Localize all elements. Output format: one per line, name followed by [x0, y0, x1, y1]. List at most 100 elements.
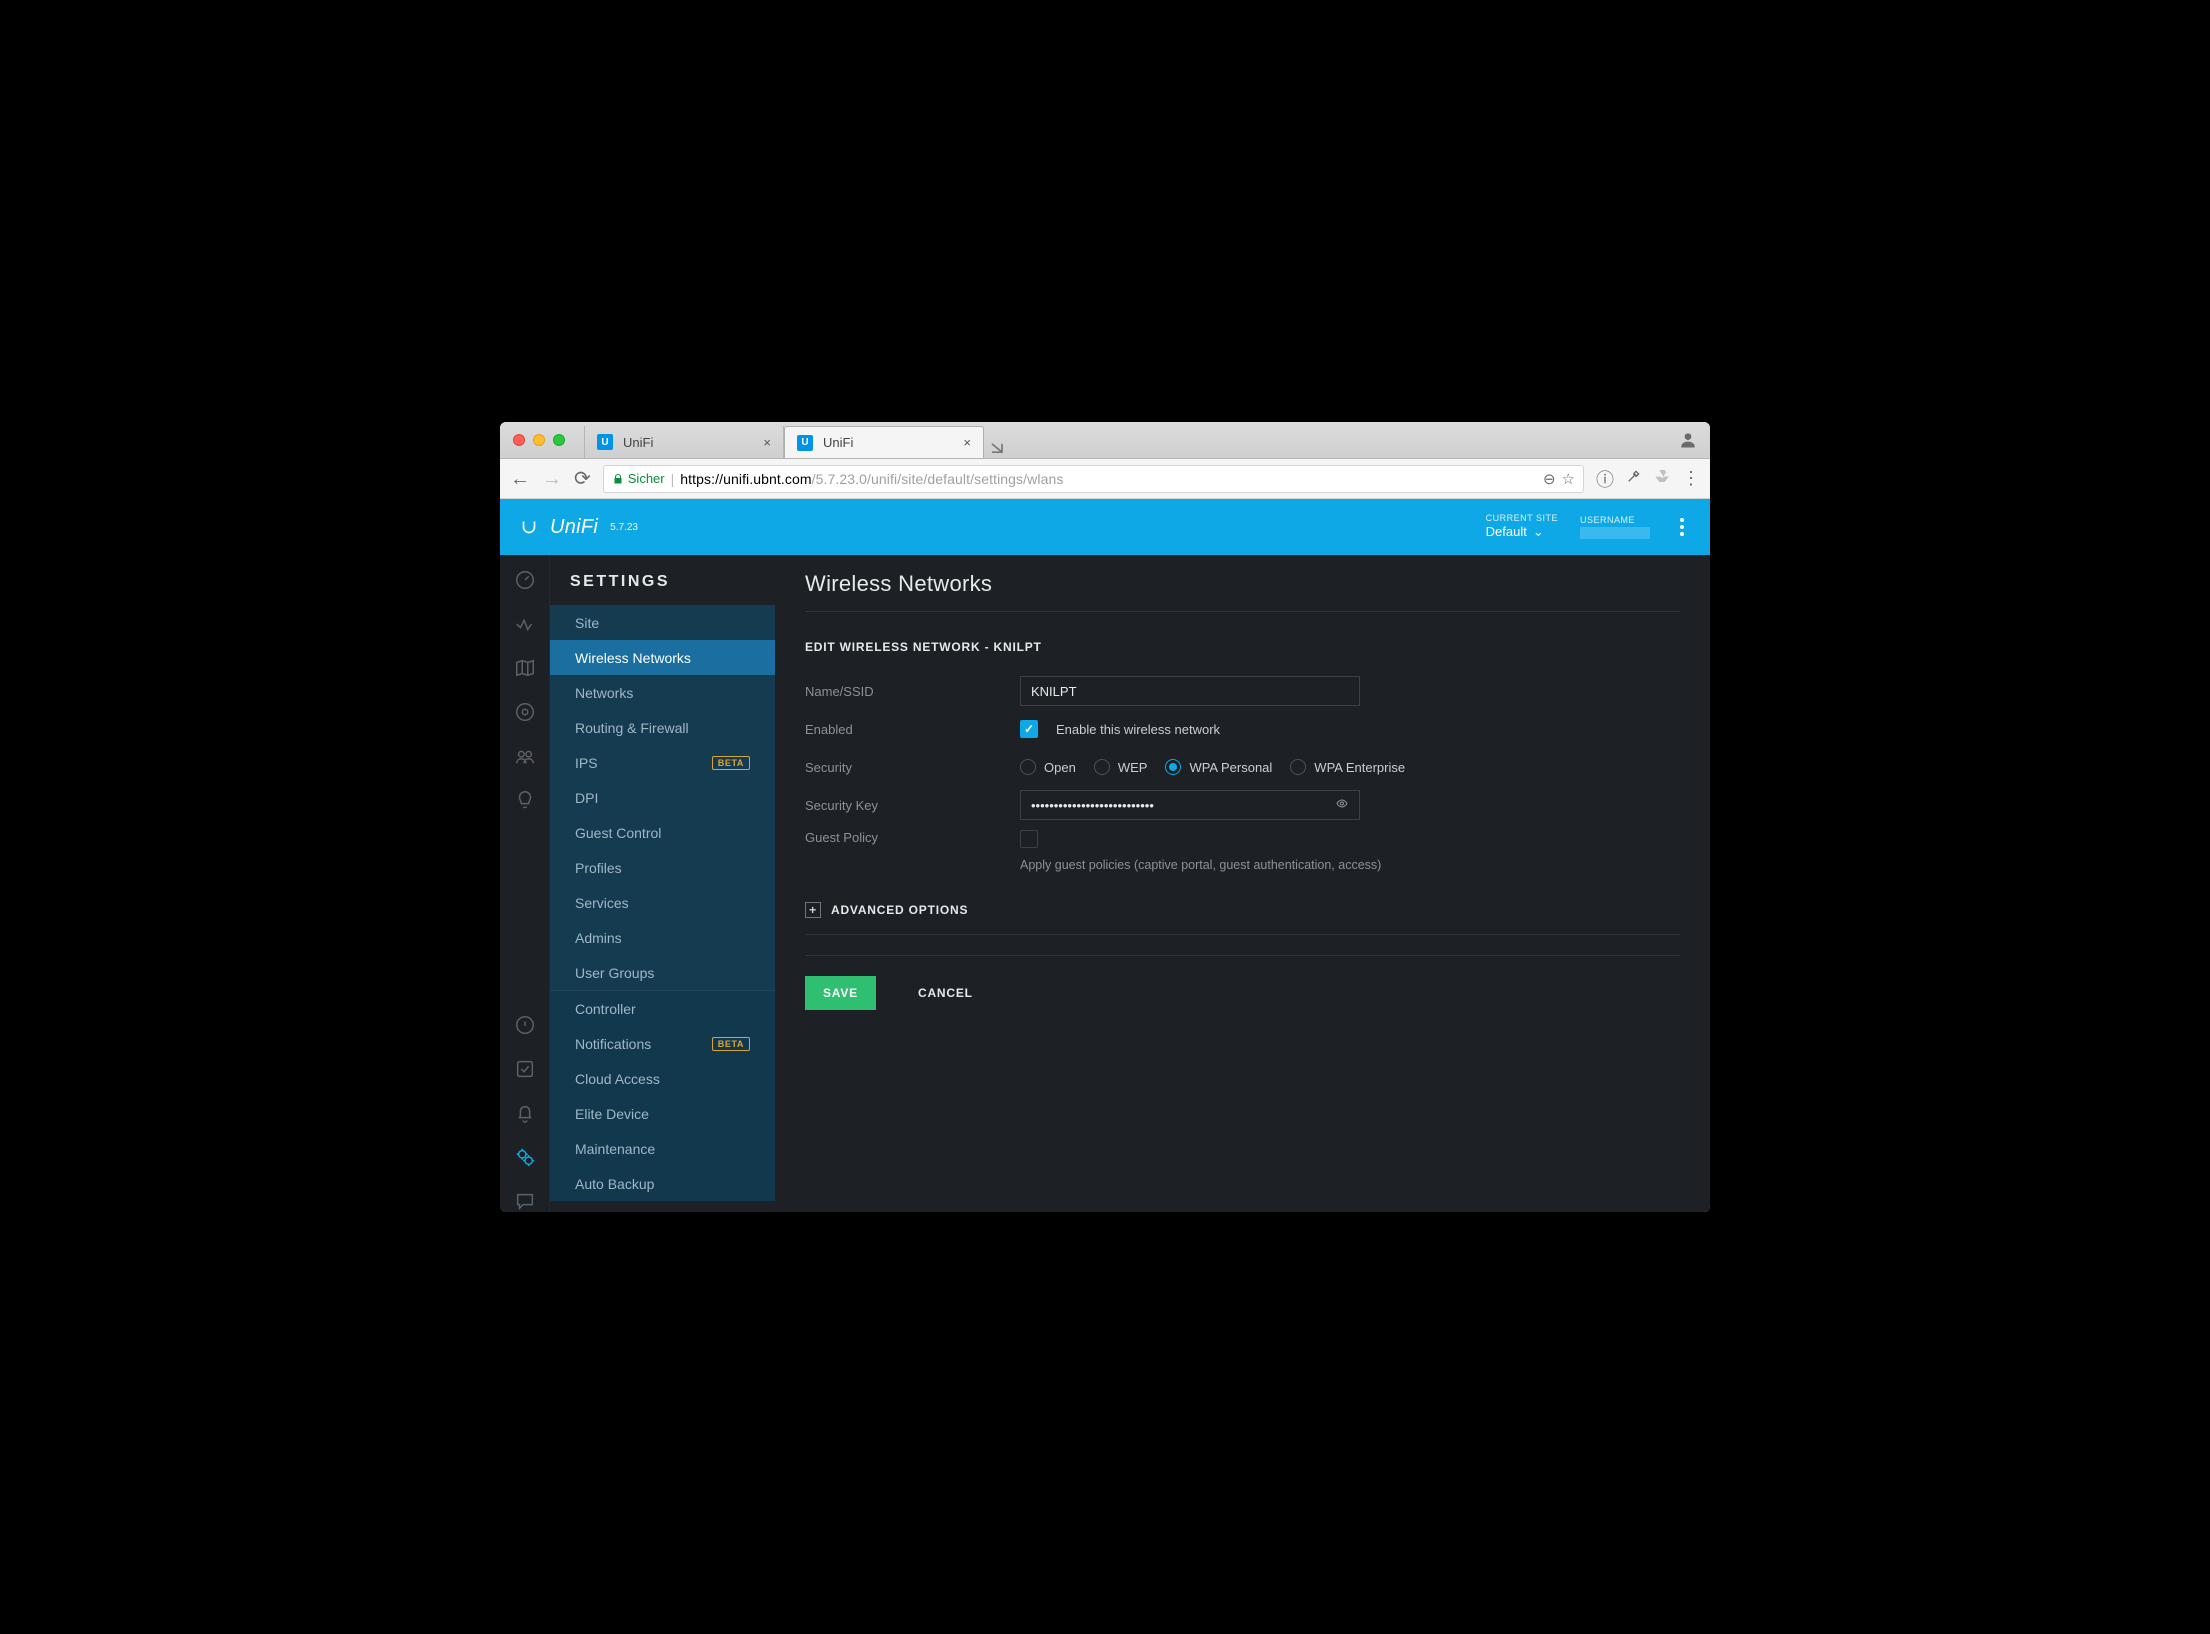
- browser-tab[interactable]: U UniFi ×: [784, 426, 984, 458]
- security-option[interactable]: WEP: [1094, 759, 1148, 775]
- security-option[interactable]: Open: [1020, 759, 1076, 775]
- minimize-window-icon[interactable]: [533, 434, 545, 446]
- version-label: 5.7.23: [610, 522, 638, 533]
- settings-nav-item[interactable]: Site: [550, 605, 775, 640]
- events-icon[interactable]: [514, 1014, 536, 1036]
- browser-tab[interactable]: U UniFi ×: [584, 426, 784, 458]
- browser-window: U UniFi × U UniFi × ← → ⟳ Sicher: [500, 422, 1710, 1212]
- back-button[interactable]: ←: [510, 469, 530, 489]
- reveal-password-icon[interactable]: [1334, 798, 1350, 813]
- profile-icon[interactable]: [1666, 422, 1710, 458]
- settings-nav-item[interactable]: User Groups: [550, 955, 775, 990]
- cancel-button[interactable]: CANCEL: [900, 976, 991, 1010]
- product-name: UniFi: [550, 516, 598, 539]
- tab-title: UniFi: [623, 435, 653, 450]
- map-icon[interactable]: [514, 657, 536, 679]
- settings-nav-item[interactable]: Routing & Firewall: [550, 710, 775, 745]
- info-icon[interactable]: ⓘ: [1596, 466, 1614, 492]
- guest-policy-checkbox[interactable]: [1020, 830, 1038, 848]
- browser-tab-strip: U UniFi × U UniFi ×: [500, 422, 1710, 459]
- unifi-app: UniFi 5.7.23 CURRENT SITE Default⌄ USERN…: [500, 499, 1710, 1212]
- main-pane: Wireless Networks EDIT WIRELESS NETWORK …: [775, 555, 1710, 1212]
- window-controls: [500, 422, 578, 458]
- radio-icon: [1165, 759, 1181, 775]
- settings-nav-item[interactable]: Maintenance: [550, 1131, 775, 1166]
- dashboard-icon[interactable]: [514, 569, 536, 591]
- favicon-icon: U: [797, 435, 813, 451]
- settings-nav-item[interactable]: Wireless Networks: [550, 640, 775, 675]
- settings-nav-item[interactable]: Networks: [550, 675, 775, 710]
- tabs: U UniFi × U UniFi ×: [578, 422, 1666, 458]
- enabled-checkbox[interactable]: [1020, 720, 1038, 738]
- panel-title: EDIT WIRELESS NETWORK - KNILPT: [805, 640, 1680, 654]
- drive-icon[interactable]: [1654, 468, 1670, 489]
- settings-nav-item[interactable]: Profiles: [550, 850, 775, 885]
- beta-badge: BETA: [712, 1037, 750, 1051]
- settings-nav-item[interactable]: NotificationsBETA: [550, 1026, 775, 1061]
- security-key-input[interactable]: [1020, 790, 1360, 820]
- header-menu-icon[interactable]: [1672, 518, 1692, 536]
- settings-nav-item[interactable]: Controller: [550, 991, 775, 1026]
- alerts-icon[interactable]: [514, 1058, 536, 1080]
- settings-nav-item[interactable]: IPSBETA: [550, 745, 775, 780]
- page-title: Wireless Networks: [805, 571, 1680, 612]
- settings-nav-item[interactable]: Auto Backup: [550, 1166, 775, 1201]
- enabled-text: Enable this wireless network: [1056, 722, 1220, 737]
- browser-toolbar: ← → ⟳ Sicher | https://unifi.ubnt.com/5.…: [500, 459, 1710, 499]
- security-option[interactable]: WPA Personal: [1165, 759, 1272, 775]
- settings-icon[interactable]: [514, 1146, 536, 1168]
- settings-nav-item[interactable]: Admins: [550, 920, 775, 955]
- settings-title: SETTINGS: [550, 555, 775, 605]
- app-header: UniFi 5.7.23 CURRENT SITE Default⌄ USERN…: [500, 499, 1710, 555]
- radio-icon: [1094, 759, 1110, 775]
- secure-indicator: Sicher: [612, 471, 665, 486]
- username-display[interactable]: USERNAME: [1580, 515, 1650, 539]
- radio-icon: [1020, 759, 1036, 775]
- eyedropper-icon[interactable]: [1626, 468, 1642, 489]
- guest-policy-label: Guest Policy: [805, 830, 1020, 845]
- guest-policy-hint: Apply guest policies (captive portal, gu…: [1020, 858, 1381, 872]
- ssid-input[interactable]: [1020, 676, 1360, 706]
- chat-icon[interactable]: [514, 1190, 536, 1212]
- zoom-window-icon[interactable]: [553, 434, 565, 446]
- settings-nav-item[interactable]: DPI: [550, 780, 775, 815]
- notifications-icon[interactable]: [514, 1102, 536, 1124]
- clients-icon[interactable]: [514, 745, 536, 767]
- statistics-icon[interactable]: [514, 613, 536, 635]
- settings-nav-item[interactable]: Cloud Access: [550, 1061, 775, 1096]
- url-text: https://unifi.ubnt.com/5.7.23.0/unifi/si…: [680, 471, 1063, 487]
- menu-icon[interactable]: ⋮: [1682, 468, 1700, 489]
- chevron-down-icon: ⌄: [1533, 524, 1544, 541]
- settings-nav-item[interactable]: Elite Device: [550, 1096, 775, 1131]
- tab-title: UniFi: [823, 435, 853, 450]
- secure-label: Sicher: [628, 471, 665, 486]
- name-label: Name/SSID: [805, 684, 1020, 699]
- username-redacted: [1580, 527, 1650, 539]
- unifi-logo-icon: [518, 516, 540, 538]
- reload-button[interactable]: ⟳: [574, 469, 591, 489]
- expand-icon: +: [805, 902, 821, 918]
- address-bar[interactable]: Sicher | https://unifi.ubnt.com/5.7.23.0…: [603, 465, 1584, 493]
- settings-nav-item[interactable]: Guest Control: [550, 815, 775, 850]
- new-tab-button[interactable]: [984, 438, 1010, 458]
- close-tab-icon[interactable]: ×: [963, 435, 971, 450]
- devices-icon[interactable]: [514, 701, 536, 723]
- insights-icon[interactable]: [514, 789, 536, 811]
- security-key-label: Security Key: [805, 798, 1020, 813]
- close-tab-icon[interactable]: ×: [763, 435, 771, 450]
- bookmark-icon[interactable]: ☆: [1562, 470, 1575, 488]
- favicon-icon: U: [597, 434, 613, 450]
- close-window-icon[interactable]: [513, 434, 525, 446]
- security-label: Security: [805, 760, 1020, 775]
- radio-icon: [1290, 759, 1306, 775]
- advanced-options-toggle[interactable]: + ADVANCED OPTIONS: [805, 902, 1680, 935]
- beta-badge: BETA: [712, 756, 750, 770]
- forward-button[interactable]: →: [542, 469, 562, 489]
- security-option[interactable]: WPA Enterprise: [1290, 759, 1405, 775]
- zoom-icon[interactable]: ⊖: [1543, 470, 1556, 488]
- settings-subnav: SETTINGS SiteWireless NetworksNetworksRo…: [550, 555, 775, 1212]
- save-button[interactable]: SAVE: [805, 976, 876, 1010]
- current-site-selector[interactable]: CURRENT SITE Default⌄: [1486, 513, 1558, 542]
- settings-nav-item[interactable]: Services: [550, 885, 775, 920]
- enabled-label: Enabled: [805, 722, 1020, 737]
